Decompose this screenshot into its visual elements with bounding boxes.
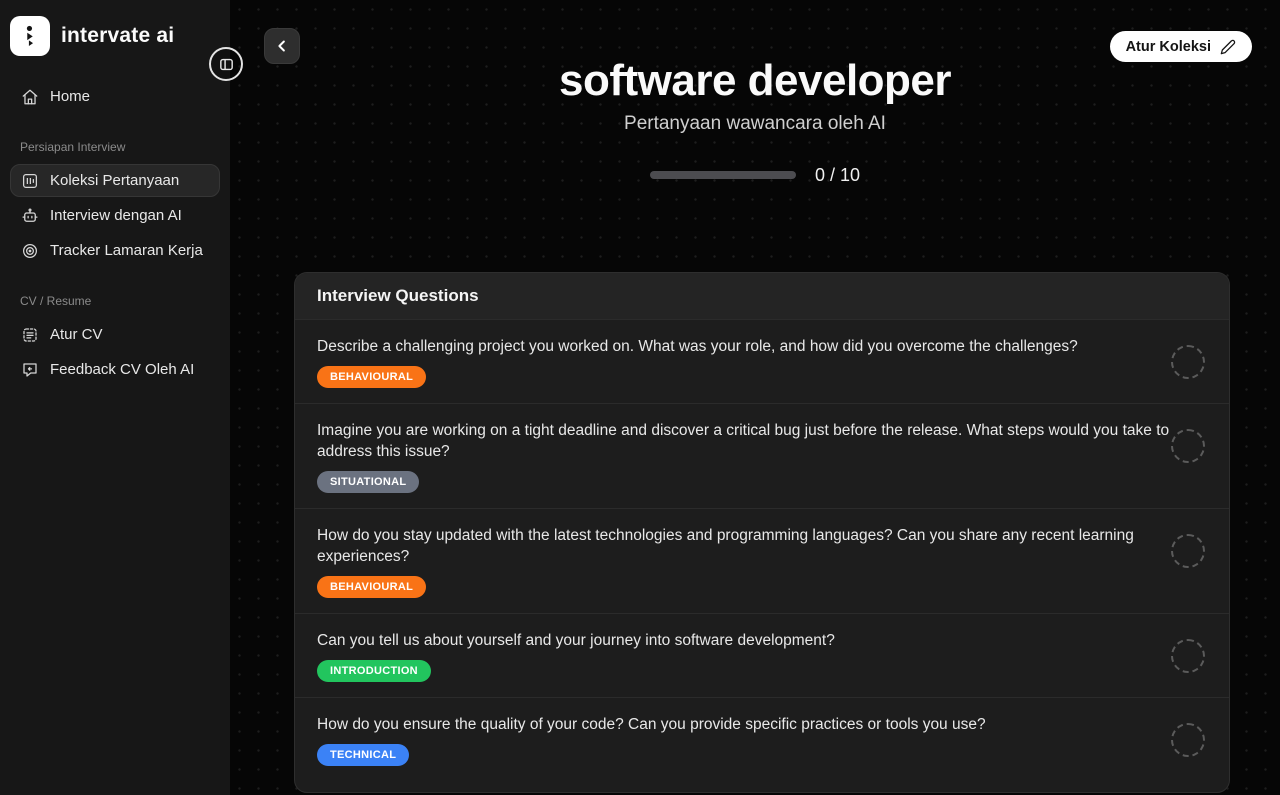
page-title: software developer — [230, 56, 1280, 107]
sidebar-item-koleksi-pertanyaan[interactable]: Koleksi Pertanyaan — [10, 164, 220, 197]
question-list: Describe a challenging project you worke… — [295, 319, 1229, 781]
question-tag: SITUATIONAL — [317, 471, 419, 493]
sidebar-item-label: Home — [50, 88, 90, 105]
progress-label: 0 / 10 — [815, 165, 860, 186]
sidebar-section-label: Persiapan Interview — [20, 140, 220, 154]
bot-icon — [21, 207, 39, 225]
question-tag: INTRODUCTION — [317, 660, 431, 682]
question-content: Imagine you are working on a tight deadl… — [317, 420, 1171, 493]
target-icon — [21, 242, 39, 260]
question-content: How do you stay updated with the latest … — [317, 525, 1171, 598]
sidebar-item-feedback-cv-oleh-ai[interactable]: Feedback CV Oleh AI — [10, 353, 220, 386]
page-header: software developer Pertanyaan wawancara … — [230, 0, 1280, 186]
sidebar-item-label: Feedback CV Oleh AI — [50, 361, 194, 378]
question-content: How do you ensure the quality of your co… — [317, 714, 1171, 766]
question-tag: BEHAVIOURAL — [317, 576, 426, 598]
question-tag: BEHAVIOURAL — [317, 366, 426, 388]
question-row[interactable]: How do you ensure the quality of your co… — [295, 697, 1229, 781]
card-title: Interview Questions — [295, 273, 1229, 319]
brand[interactable]: intervate ai — [10, 16, 220, 56]
question-row[interactable]: Can you tell us about yourself and your … — [295, 613, 1229, 697]
sidebar-item-interview-dengan-ai[interactable]: Interview dengan AI — [10, 199, 220, 232]
sidebar-item-atur-cv[interactable]: Atur CV — [10, 318, 220, 351]
back-button[interactable] — [264, 28, 300, 64]
question-select-circle-icon[interactable] — [1171, 639, 1205, 673]
question-content: Describe a challenging project you worke… — [317, 336, 1171, 388]
question-tag: TECHNICAL — [317, 744, 409, 766]
sidebar-item-label: Koleksi Pertanyaan — [50, 172, 179, 189]
file-lines-icon — [21, 326, 39, 344]
question-text: Describe a challenging project you worke… — [317, 336, 1171, 357]
question-select-circle-icon[interactable] — [1171, 429, 1205, 463]
brand-name: intervate ai — [61, 24, 174, 48]
question-content: Can you tell us about yourself and your … — [317, 630, 1171, 682]
sidebar-item-home[interactable]: Home — [10, 80, 220, 113]
sidebar-item-label: Atur CV — [50, 326, 103, 343]
manage-collection-label: Atur Koleksi — [1126, 39, 1211, 55]
sidebar-sections: Persiapan Interview Koleksi Pertanyaan I… — [10, 140, 220, 386]
question-select-circle-icon[interactable] — [1171, 534, 1205, 568]
question-text: How do you ensure the quality of your co… — [317, 714, 1171, 735]
sidebar-section: Persiapan Interview Koleksi Pertanyaan I… — [10, 140, 220, 267]
question-row[interactable]: Describe a challenging project you worke… — [295, 319, 1229, 403]
sidebar-section-label: CV / Resume — [20, 294, 220, 308]
sidebar: intervate ai Home Persiapan Interview Ko… — [0, 0, 230, 795]
sidebar-section: CV / Resume Atur CV Feedback CV Oleh AI — [10, 294, 220, 386]
interview-questions-card: Interview Questions Describe a challengi… — [294, 272, 1230, 793]
page-subtitle: Pertanyaan wawancara oleh AI — [230, 113, 1280, 135]
intervate-logo-icon — [10, 16, 50, 56]
manage-collection-button[interactable]: Atur Koleksi — [1110, 31, 1252, 62]
sidebar-section-items: Koleksi Pertanyaan Interview dengan AI T… — [10, 164, 220, 267]
main-content: Atur Koleksi software developer Pertanya… — [230, 0, 1280, 795]
question-text: How do you stay updated with the latest … — [317, 525, 1171, 567]
sidebar-section-items: Atur CV Feedback CV Oleh AI — [10, 318, 220, 386]
question-text: Can you tell us about yourself and your … — [317, 630, 1171, 651]
chevron-left-icon — [273, 37, 291, 55]
question-select-circle-icon[interactable] — [1171, 723, 1205, 757]
pencil-icon — [1220, 39, 1236, 55]
home-icon — [21, 88, 39, 106]
question-select-circle-icon[interactable] — [1171, 345, 1205, 379]
message-reply-icon — [21, 361, 39, 379]
library-icon — [21, 172, 39, 190]
sidebar-item-tracker-lamaran-kerja[interactable]: Tracker Lamaran Kerja — [10, 234, 220, 267]
question-row[interactable]: Imagine you are working on a tight deadl… — [295, 403, 1229, 508]
sidebar-nav: Home Persiapan Interview Koleksi Pertany… — [10, 80, 220, 386]
sidebar-item-label: Interview dengan AI — [50, 207, 182, 224]
question-row[interactable]: How do you stay updated with the latest … — [295, 508, 1229, 613]
panel-toggle-button[interactable] — [209, 47, 243, 81]
progress-row: 0 / 10 — [230, 165, 1280, 186]
panel-toggle-icon — [218, 56, 235, 73]
progress-bar — [650, 171, 796, 179]
sidebar-item-label: Tracker Lamaran Kerja — [50, 242, 203, 259]
question-text: Imagine you are working on a tight deadl… — [317, 420, 1171, 462]
